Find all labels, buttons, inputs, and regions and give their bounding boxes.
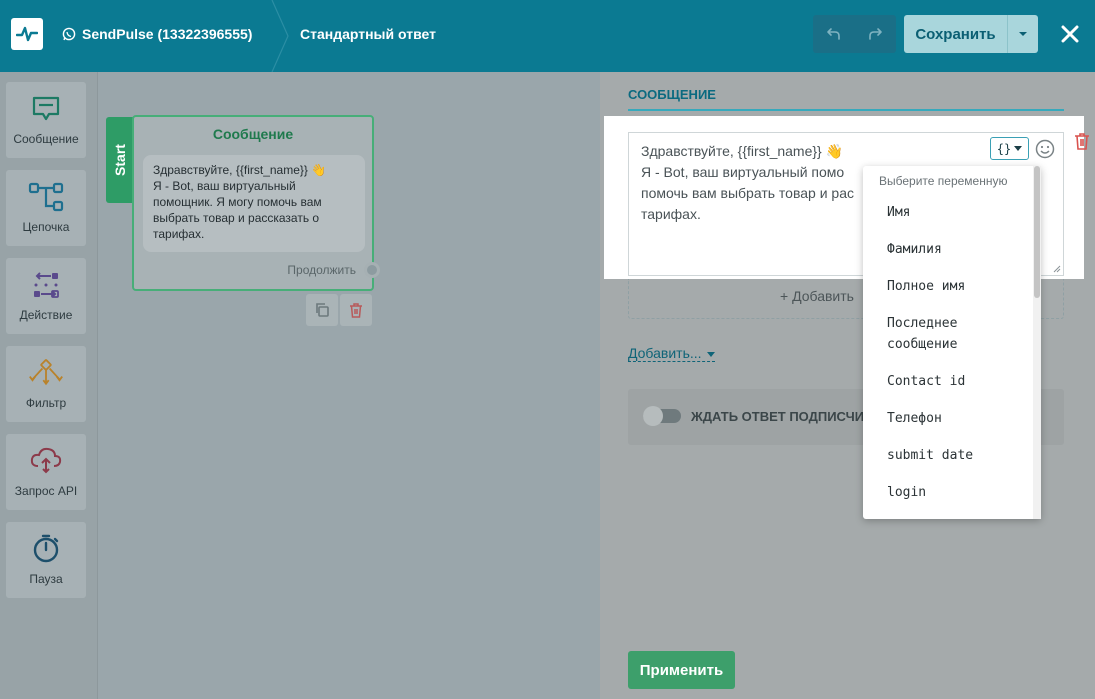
undo-button[interactable]: [813, 15, 854, 53]
sidebar-item-label: Цепочка: [22, 220, 70, 234]
top-bar: SendPulse (13322396555) Стандартный отве…: [0, 0, 1095, 72]
message-icon: [28, 92, 64, 126]
node-connector-handle[interactable]: [364, 262, 380, 278]
node-message-preview: Здравствуйте, {{first_name}} 👋 Я - Bot, …: [143, 155, 365, 252]
sidebar-item-api-request[interactable]: Запрос API: [6, 434, 86, 510]
api-request-icon: [28, 444, 64, 478]
trash-icon: [350, 303, 362, 318]
emoji-icon[interactable]: [1035, 139, 1055, 159]
bot-name-label: SendPulse (13322396555): [82, 26, 253, 42]
close-icon: [1061, 25, 1079, 43]
node-continue-label: Продолжить: [287, 263, 356, 277]
redo-icon: [868, 28, 882, 40]
variable-dropdown: Выберите переменную Имя Фамилия Полное и…: [863, 166, 1041, 519]
delete-message-icon[interactable]: [1072, 131, 1092, 151]
message-text: Здравствуйте, {{first_name}} 👋 Я - Bot, …: [641, 143, 854, 222]
breadcrumb-separator: [271, 0, 289, 72]
variable-option[interactable]: Последнее сообщение: [887, 313, 957, 355]
sidebar-item-label: Пауза: [29, 572, 63, 586]
variable-option[interactable]: Фамилия: [887, 239, 942, 260]
variable-option[interactable]: login: [887, 482, 926, 503]
variable-option[interactable]: Полное имя: [887, 276, 965, 297]
chevron-down-icon: [1014, 146, 1023, 151]
filter-icon: [28, 356, 64, 390]
dropdown-header: Выберите переменную: [879, 174, 1008, 188]
variable-option[interactable]: Имя: [887, 202, 910, 223]
undo-icon: [826, 28, 840, 40]
start-marker: Start: [106, 117, 134, 203]
variable-option[interactable]: Contact id: [887, 371, 965, 392]
variable-option[interactable]: Телефон: [887, 408, 942, 429]
action-icon: [28, 268, 64, 302]
sidebar-item-chain[interactable]: Цепочка: [6, 170, 86, 246]
sidebar-item-pause[interactable]: Пауза: [6, 522, 86, 598]
add-button-link[interactable]: + Добавить: [780, 288, 854, 304]
save-button[interactable]: Сохранить: [904, 15, 1007, 53]
app-logo-icon[interactable]: [11, 18, 43, 50]
dropdown-scrollbar-thumb[interactable]: [1034, 166, 1040, 298]
sidebar-item-label: Запрос API: [14, 484, 78, 498]
variable-braces-icon: {}: [996, 141, 1012, 156]
insert-variable-button[interactable]: {}: [990, 137, 1029, 160]
delete-node-button[interactable]: [340, 294, 372, 326]
sidebar-item-message[interactable]: Сообщение: [6, 82, 86, 158]
tab-underline: [628, 109, 1064, 111]
sidebar-item-label: Фильтр: [25, 396, 67, 410]
history-controls: [813, 15, 896, 53]
save-options-button[interactable]: [1007, 15, 1038, 53]
sidebar-item-action[interactable]: Действие: [6, 258, 86, 334]
block-sidebar: Сообщение Цепочка Действие Фильтр Запрос…: [0, 72, 98, 699]
sidebar-item-filter[interactable]: Фильтр: [6, 346, 86, 422]
variable-option[interactable]: submit date: [887, 445, 973, 466]
node-title: Сообщение: [212, 126, 294, 142]
add-element-dropdown[interactable]: Добавить...: [628, 345, 716, 362]
wait-reply-label: ЖДАТЬ ОТВЕТ ПОДПИСЧИ: [691, 409, 865, 424]
chevron-down-icon: [707, 351, 716, 357]
chain-icon: [28, 180, 64, 214]
redo-button[interactable]: [854, 15, 895, 53]
sidebar-item-label: Сообщение: [13, 132, 79, 146]
tab-message[interactable]: СООБЩЕНИЕ: [628, 87, 716, 102]
toggle-knob: [643, 406, 663, 426]
resize-handle-icon[interactable]: [1053, 265, 1061, 273]
message-node[interactable]: Сообщение Здравствуйте, {{first_name}} 👋…: [132, 115, 374, 291]
pause-timer-icon: [28, 532, 64, 566]
copy-icon: [316, 303, 329, 317]
bot-name[interactable]: SendPulse (13322396555): [62, 26, 252, 42]
apply-button[interactable]: Применить: [628, 651, 735, 689]
chevron-down-icon: [1019, 32, 1027, 36]
whatsapp-icon: [62, 27, 76, 41]
flow-name: Стандартный ответ: [300, 26, 436, 42]
close-button[interactable]: [1056, 20, 1084, 48]
duplicate-node-button[interactable]: [306, 294, 338, 326]
sidebar-item-label: Действие: [19, 308, 73, 322]
